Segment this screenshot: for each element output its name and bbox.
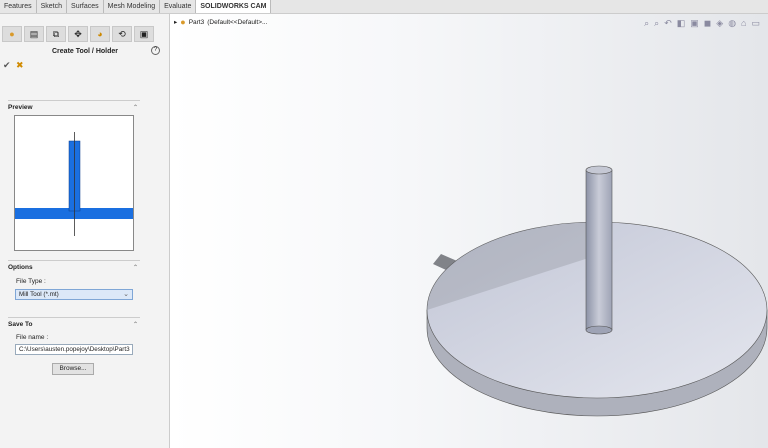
tab-features[interactable]: Features [0,0,37,13]
graphics-area[interactable]: ▸ ● Part3 (Default<<Default>... ⌕ ⌕ ↶ ◧ … [171,14,768,448]
panel-title: Create Tool / Holder [52,48,118,55]
tab-evaluate[interactable]: Evaluate [160,0,197,13]
rod-top [585,165,613,175]
rod-base [585,325,613,335]
property-manager: ● ▤ ⧉ ✥ ◕ ⟲ ▣ Create Tool / Holder ? ✔ ✖… [0,14,170,448]
file-type-value: Mill Tool (*.mt) [19,291,59,298]
preview-section-header[interactable]: Preview ⌃ [8,100,140,111]
browse-button[interactable]: Browse... [52,363,94,375]
dimxpert-icon[interactable]: ✥ [68,26,88,42]
configuration-manager-icon[interactable]: ⧉ [46,26,66,42]
ok-check-icon[interactable]: ✔ [3,60,11,71]
rod-body [585,169,613,331]
cancel-x-icon[interactable]: ✖ [16,60,24,71]
tab-sketch[interactable]: Sketch [37,0,68,13]
tab-mesh-modeling[interactable]: Mesh Modeling [104,0,161,13]
tab-solidworks-cam[interactable]: SOLIDWORKS CAM [196,0,272,13]
save-to-section-header[interactable]: Save To ⌃ [8,317,140,328]
collapse-icon[interactable]: ⌃ [133,321,138,328]
file-type-select[interactable]: Mill Tool (*.mt) ⌄ [15,289,133,300]
file-name-input[interactable]: C:\Users\austen.popejoy\Desktop\Part3 [15,344,133,355]
preview-label: Preview [8,104,33,111]
options-label: Options [8,264,33,271]
tool-preview-graphic [15,132,133,236]
display-manager-icon[interactable]: ◕ [90,26,110,42]
manager-tabs: ● ▤ ⧉ ✥ ◕ ⟲ ▣ [0,26,170,42]
tool-preview [14,115,134,251]
file-type-label: File Type : [16,278,46,285]
collapse-icon[interactable]: ⌃ [133,264,138,271]
command-tabs: Features Sketch Surfaces Mesh Modeling E… [0,0,768,14]
cam-operation-tree-icon[interactable]: ▣ [134,26,154,42]
options-section-header[interactable]: Options ⌃ [8,260,140,271]
collapse-icon[interactable]: ⌃ [133,104,138,111]
cam-feature-tree-icon[interactable]: ⟲ [112,26,132,42]
feature-manager-icon[interactable]: ● [2,26,22,42]
help-icon[interactable]: ? [151,46,160,55]
file-name-label: File name : [16,334,49,341]
model-3d [426,165,768,417]
property-manager-icon[interactable]: ▤ [24,26,44,42]
chevron-down-icon: ⌄ [123,291,129,298]
tab-surfaces[interactable]: Surfaces [67,0,104,13]
save-to-label: Save To [8,321,33,328]
